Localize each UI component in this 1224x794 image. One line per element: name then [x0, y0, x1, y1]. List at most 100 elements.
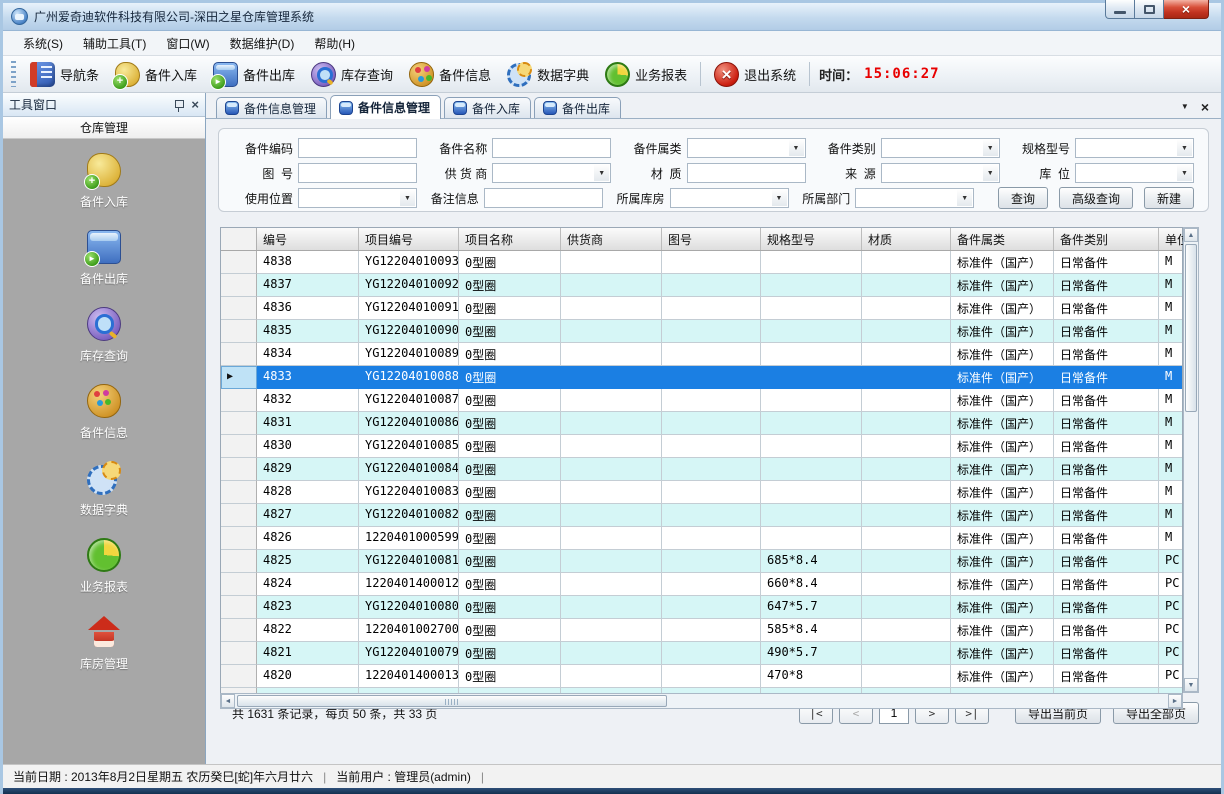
- field-department-select[interactable]: ▼: [855, 188, 974, 208]
- table-row[interactable]: 4836YG122040100910型圈标准件（国产）日常备件M: [221, 297, 1182, 320]
- table-row[interactable]: 482012204014000130型圈470*8标准件（国产）日常备件PC: [221, 665, 1182, 688]
- row-selector[interactable]: [221, 573, 257, 596]
- toolbar-item-inventory-query[interactable]: 库存查询: [303, 59, 401, 90]
- row-selector[interactable]: [221, 251, 257, 274]
- vertical-scrollbar[interactable]: ▲ ▼: [1183, 227, 1199, 693]
- sidebar-item-parts-in[interactable]: 备件入库: [44, 153, 164, 210]
- table-row[interactable]: 482412204014000120型圈660*8.4标准件（国产）日常备件PC: [221, 573, 1182, 596]
- sidebar-item-inventory-query[interactable]: 库存查询: [44, 307, 164, 364]
- row-selector[interactable]: [221, 435, 257, 458]
- column-header-5[interactable]: 图号: [662, 228, 761, 250]
- tab-parts-in[interactable]: 备件入库: [444, 97, 531, 118]
- scroll-right-icon[interactable]: ►: [1168, 694, 1182, 708]
- toolbar-item-parts-info[interactable]: 备件信息: [401, 59, 499, 90]
- tab-parts-info-mgmt-2[interactable]: 备件信息管理: [330, 95, 441, 119]
- row-selector[interactable]: [221, 642, 257, 665]
- column-header-7[interactable]: 材质: [862, 228, 951, 250]
- column-header-1[interactable]: 编号: [257, 228, 359, 250]
- close-button[interactable]: ×: [1164, 0, 1209, 19]
- field-location-select[interactable]: ▼: [1075, 163, 1194, 183]
- field-material-input[interactable]: [687, 163, 806, 183]
- sidebar-item-warehouse-mgmt[interactable]: 库房管理: [44, 615, 164, 672]
- column-header-4[interactable]: 供货商: [561, 228, 662, 250]
- horizontal-scroll-thumb[interactable]: [237, 695, 667, 707]
- menu-item-aux-tools[interactable]: 辅助工具(T): [73, 31, 156, 56]
- table-row[interactable]: 4837YG122040100920型圈标准件（国产）日常备件M: [221, 274, 1182, 297]
- row-selector[interactable]: [221, 481, 257, 504]
- row-selector[interactable]: [221, 458, 257, 481]
- horizontal-scrollbar[interactable]: ◄ ►: [220, 693, 1183, 709]
- field-supplier-select[interactable]: ▼: [492, 163, 611, 183]
- table-row[interactable]: 4833YG122040100880型圈标准件（国产）日常备件M: [221, 366, 1182, 389]
- menu-item-help[interactable]: 帮助(H): [304, 31, 365, 56]
- sidebar-close-icon[interactable]: ×: [191, 98, 199, 111]
- vertical-scroll-thumb[interactable]: [1185, 244, 1197, 412]
- minimize-button[interactable]: [1105, 0, 1135, 19]
- table-row[interactable]: 482612204010005990型圈标准件（国产）日常备件M: [221, 527, 1182, 550]
- column-header-8[interactable]: 备件属类: [951, 228, 1054, 250]
- table-row[interactable]: 4830YG122040100850型圈标准件（国产）日常备件M: [221, 435, 1182, 458]
- new-button[interactable]: 新建: [1144, 187, 1194, 209]
- field-spec-model-select[interactable]: ▼: [1075, 138, 1194, 158]
- column-header-9[interactable]: 备件类别: [1054, 228, 1159, 250]
- table-row[interactable]: 4831YG122040100860型圈标准件（国产）日常备件M: [221, 412, 1182, 435]
- column-header-6[interactable]: 规格型号: [761, 228, 862, 250]
- row-selector[interactable]: [221, 504, 257, 527]
- menu-item-system[interactable]: 系统(S): [13, 31, 73, 56]
- column-header-10[interactable]: 单位: [1159, 228, 1184, 250]
- tab-parts-info-mgmt-1[interactable]: 备件信息管理: [216, 97, 327, 118]
- sidebar-item-parts-out[interactable]: 备件出库: [44, 230, 164, 287]
- field-remark-input[interactable]: [484, 188, 603, 208]
- table-row[interactable]: 4825YG122040100810型圈685*8.4标准件（国产）日常备件PC: [221, 550, 1182, 573]
- query-button[interactable]: 查询: [998, 187, 1048, 209]
- row-selector[interactable]: [221, 412, 257, 435]
- scroll-down-icon[interactable]: ▼: [1184, 678, 1198, 692]
- tab-parts-out[interactable]: 备件出库: [534, 97, 621, 118]
- row-selector[interactable]: [221, 527, 257, 550]
- table-row[interactable]: 4823YG122040100800型圈647*5.7标准件（国产）日常备件PC: [221, 596, 1182, 619]
- table-row[interactable]: 4828YG122040100830型圈标准件（国产）日常备件M: [221, 481, 1182, 504]
- column-header-2[interactable]: 项目编号: [359, 228, 459, 250]
- table-row[interactable]: 4838YG122040100930型圈标准件（国产）日常备件M: [221, 251, 1182, 274]
- maximize-button[interactable]: [1135, 0, 1164, 19]
- scroll-left-icon[interactable]: ◄: [221, 694, 235, 708]
- scroll-up-icon[interactable]: ▲: [1184, 228, 1198, 242]
- field-part-name-input[interactable]: [492, 138, 611, 158]
- table-row[interactable]: 4821YG122040100790型圈490*5.7标准件（国产）日常备件PC: [221, 642, 1182, 665]
- menu-item-data-maintenance[interactable]: 数据维护(D): [220, 31, 305, 56]
- row-selector[interactable]: [221, 366, 257, 389]
- table-row[interactable]: 4835YG122040100900型圈标准件（国产）日常备件M: [221, 320, 1182, 343]
- toolbar-item-navbar[interactable]: 导航条: [22, 59, 107, 90]
- field-source-select[interactable]: ▼: [881, 163, 1000, 183]
- row-selector[interactable]: [221, 297, 257, 320]
- sidebar-item-report[interactable]: 业务报表: [44, 538, 164, 595]
- row-selector[interactable]: [221, 274, 257, 297]
- table-row[interactable]: 482212204010027000型圈585*8.4标准件（国产）日常备件PC: [221, 619, 1182, 642]
- field-warehouse-select[interactable]: ▼: [670, 188, 789, 208]
- toolbar-item-data-dict[interactable]: 数据字典: [499, 59, 597, 90]
- row-selector[interactable]: [221, 596, 257, 619]
- row-selector[interactable]: [221, 619, 257, 642]
- row-selector[interactable]: [221, 550, 257, 573]
- tab-list-dropdown-icon[interactable]: ▼: [1181, 102, 1189, 112]
- row-selector[interactable]: [221, 320, 257, 343]
- toolbar-item-parts-in[interactable]: 备件入库: [107, 59, 205, 90]
- table-row[interactable]: 4829YG122040100840型圈标准件（国产）日常备件M: [221, 458, 1182, 481]
- toolbar-item-report[interactable]: 业务报表: [597, 59, 695, 90]
- field-part-category-select[interactable]: ▼: [687, 138, 806, 158]
- toolbar-item-parts-out[interactable]: 备件出库: [205, 59, 303, 90]
- sidebar-item-parts-info[interactable]: 备件信息: [44, 384, 164, 441]
- column-header-3[interactable]: 项目名称: [459, 228, 561, 250]
- sidebar-item-data-dict[interactable]: 数据字典: [44, 461, 164, 518]
- pin-icon[interactable]: [174, 99, 183, 111]
- advanced-query-button[interactable]: 高级查询: [1059, 187, 1133, 209]
- field-part-code-input[interactable]: [298, 138, 417, 158]
- field-part-class-select[interactable]: ▼: [881, 138, 1000, 158]
- table-row[interactable]: 4827YG122040100820型圈标准件（国产）日常备件M: [221, 504, 1182, 527]
- tab-close-icon[interactable]: ×: [1201, 102, 1209, 112]
- field-drawing-no-input[interactable]: [298, 163, 417, 183]
- row-selector[interactable]: [221, 343, 257, 366]
- field-use-position-select[interactable]: ▼: [298, 188, 417, 208]
- menu-item-window[interactable]: 窗口(W): [156, 31, 219, 56]
- row-selector[interactable]: [221, 389, 257, 412]
